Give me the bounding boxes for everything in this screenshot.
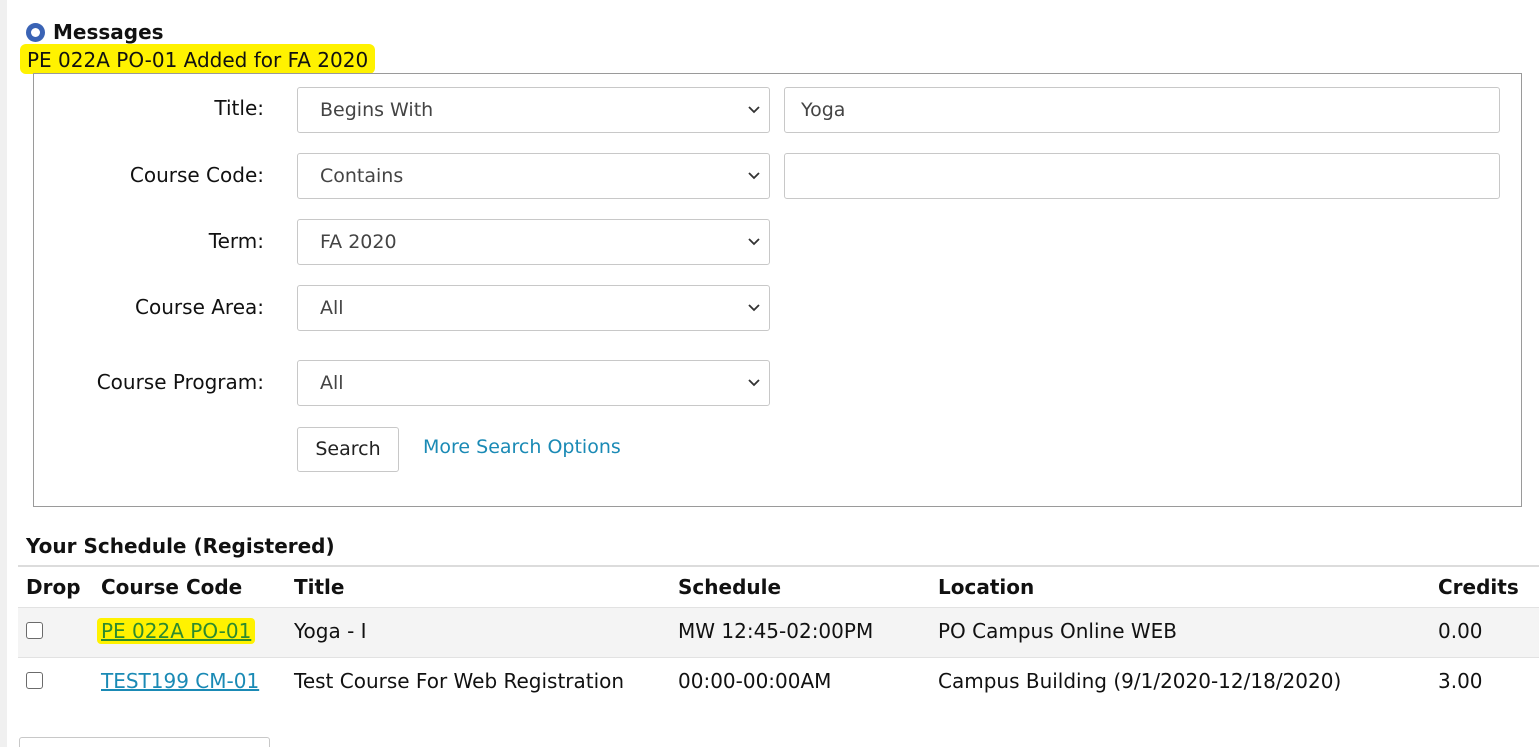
drop-checkbox[interactable] [26, 672, 43, 689]
title-search-input[interactable]: Yoga [784, 87, 1500, 133]
title-cell: Yoga - I [294, 619, 367, 643]
messages-title: Messages [53, 20, 164, 44]
course-area-select[interactable]: All [297, 285, 770, 331]
column-header-schedule: Schedule [678, 575, 782, 599]
title-operator-select[interactable]: Begins With [297, 87, 770, 133]
course-code-link[interactable]: TEST199 CM-01 [101, 669, 259, 693]
course-code-operator-value: Contains [320, 165, 404, 187]
drop-checkbox[interactable] [26, 622, 43, 639]
term-select[interactable]: FA 2020 [297, 219, 770, 265]
course-search-form: Title: Begins With Yoga Course Code: Con… [33, 73, 1522, 507]
location-cell: PO Campus Online WEB [938, 619, 1178, 643]
column-header-course-code: Course Code [101, 575, 243, 599]
term-label: Term: [208, 229, 264, 253]
column-header-location: Location [938, 575, 1035, 599]
bottom-action-button[interactable] [19, 737, 270, 747]
chevron-down-icon [748, 238, 760, 246]
course-program-value: All [320, 372, 344, 394]
course-area-value: All [320, 297, 344, 319]
course-code-cell: TEST199 CM-01 [101, 669, 259, 693]
page-left-border [0, 0, 7, 747]
schedule-cell: 00:00-00:00AM [678, 669, 832, 693]
schedule-cell: MW 12:45-02:00PM [678, 619, 874, 643]
search-button[interactable]: Search [297, 427, 399, 472]
course-code-link[interactable]: PE 022A PO-01 [97, 618, 256, 644]
course-code-operator-select[interactable]: Contains [297, 153, 770, 199]
course-code-label: Course Code: [129, 163, 264, 187]
course-code-cell: PE 022A PO-01 [97, 618, 256, 644]
info-circle-icon [26, 22, 45, 42]
title-label: Title: [214, 96, 264, 120]
term-value: FA 2020 [320, 231, 397, 253]
table-row: PE 022A PO-01 Yoga - I MW 12:45-02:00PM … [18, 607, 1539, 658]
title-operator-value: Begins With [320, 99, 434, 121]
chevron-down-icon [748, 304, 760, 312]
schedule-title: Your Schedule (Registered) [26, 534, 335, 558]
column-header-credits: Credits [1438, 575, 1519, 599]
course-program-label: Course Program: [96, 370, 264, 394]
column-header-drop: Drop [26, 575, 81, 599]
course-code-search-input[interactable] [784, 153, 1500, 199]
course-area-label: Course Area: [135, 295, 264, 319]
message-added-text: PE 022A PO-01 Added for FA 2020 [20, 44, 376, 74]
location-cell: Campus Building (9/1/2020-12/18/2020) [938, 669, 1342, 693]
column-header-title: Title [294, 575, 345, 599]
more-search-options-link[interactable]: More Search Options [423, 436, 621, 458]
messages-header: Messages [26, 20, 164, 44]
title-search-value: Yoga [801, 99, 846, 121]
credits-cell: 0.00 [1438, 619, 1483, 643]
credits-cell: 3.00 [1438, 669, 1483, 693]
table-divider [18, 565, 1539, 567]
course-program-select[interactable]: All [297, 360, 770, 406]
title-cell: Test Course For Web Registration [294, 669, 625, 693]
chevron-down-icon [748, 379, 760, 387]
chevron-down-icon [748, 106, 760, 114]
table-row: TEST199 CM-01 Test Course For Web Regist… [18, 658, 1539, 709]
chevron-down-icon [748, 172, 760, 180]
